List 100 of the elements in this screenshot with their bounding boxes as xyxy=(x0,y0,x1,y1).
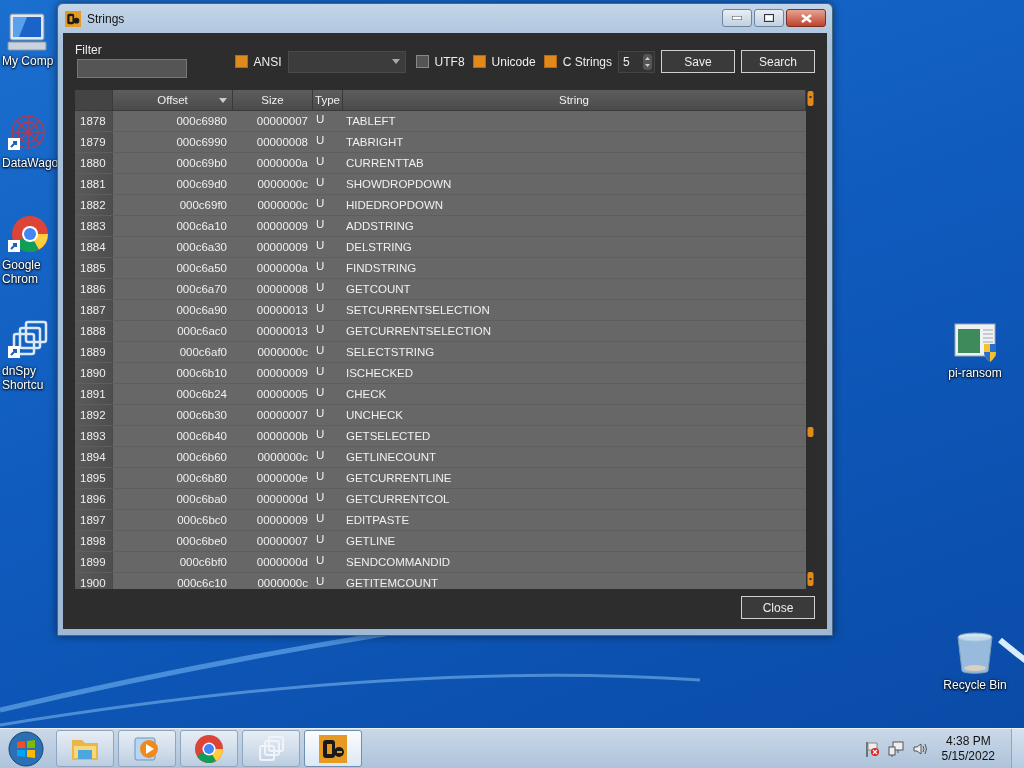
table-cell: U xyxy=(313,426,343,447)
desktop-icon-label[interactable]: pi-ransom xyxy=(948,366,1002,380)
checkbox[interactable] xyxy=(234,55,248,68)
table-cell: 000c69b0 xyxy=(113,153,233,174)
maximize-button[interactable] xyxy=(754,9,784,27)
table-cell: GETLINE xyxy=(343,531,806,552)
column-header[interactable]: Offset xyxy=(113,90,233,111)
table-cell: EDITPASTE xyxy=(343,510,806,531)
table-cell: SHOWDROPDOWN xyxy=(343,174,806,195)
speaker-icon[interactable] xyxy=(911,740,928,757)
table-cell: UNCHECK xyxy=(343,405,806,426)
table-cell: SENDCOMMANDID xyxy=(343,552,806,573)
table-cell: FINDSTRING xyxy=(343,258,806,279)
row-number: 1881 xyxy=(75,174,113,195)
table-cell: TABRIGHT xyxy=(343,132,806,153)
row-number: 1900 xyxy=(75,573,113,589)
table-cell: 0000000d xyxy=(233,489,313,510)
row-number: 1898 xyxy=(75,531,113,552)
toolbar-button[interactable]: Save xyxy=(661,50,735,73)
table-cell: 000c6a90 xyxy=(113,300,233,321)
row-number: 1897 xyxy=(75,510,113,531)
table-cell: 0000000e xyxy=(233,468,313,489)
number-field[interactable]: 5 xyxy=(618,50,655,73)
table-cell: 000c6990 xyxy=(113,132,233,153)
table-cell: U xyxy=(313,342,343,363)
table-cell: 00000005 xyxy=(233,384,313,405)
desktop-icon-label[interactable]: My Comp xyxy=(0,54,56,68)
table-cell: 000c6b30 xyxy=(113,405,233,426)
row-number: 1878 xyxy=(75,111,113,132)
media-player-icon xyxy=(133,734,161,763)
column-header[interactable]: Type xyxy=(313,90,343,111)
checkbox-label: C Strings xyxy=(562,54,612,69)
table-cell: 00000009 xyxy=(233,363,313,384)
checkbox[interactable] xyxy=(415,55,429,68)
row-number: 1886 xyxy=(75,279,113,300)
table-cell: CHECK xyxy=(343,384,806,405)
desktop-icon-label[interactable]: Recycle Bin xyxy=(943,678,1007,692)
table-cell: 000c6b60 xyxy=(113,447,233,468)
window-title: Strings xyxy=(87,11,125,26)
row-number: 1899 xyxy=(75,552,113,573)
table-cell: U xyxy=(313,279,343,300)
clock[interactable]: 4:38 PM 5/15/2022 xyxy=(941,733,995,764)
table-cell: DELSTRING xyxy=(343,237,806,258)
table-cell: 000c6be0 xyxy=(113,531,233,552)
table-cell: 000c6980 xyxy=(113,111,233,132)
table-cell: GETSELECTED xyxy=(343,426,806,447)
table-cell: 000c6af0 xyxy=(113,342,233,363)
row-number: 1883 xyxy=(75,216,113,237)
table-cell: 00000009 xyxy=(233,510,313,531)
table-cell: 000c6a10 xyxy=(113,216,233,237)
row-number: 1882 xyxy=(75,195,113,216)
spin-arrows-icon xyxy=(643,53,652,70)
table-cell: 0000000c xyxy=(233,573,313,589)
row-number: 1896 xyxy=(75,489,113,510)
toolbar-button[interactable]: Search xyxy=(741,50,815,73)
table-cell: U xyxy=(313,321,343,342)
table-cell: GETLINECOUNT xyxy=(343,447,806,468)
desktop-icon-label[interactable]: Google Chrom xyxy=(0,258,56,286)
row-number: 1887 xyxy=(75,300,113,321)
column-header[interactable]: String xyxy=(343,90,806,111)
scrollbar[interactable] xyxy=(806,90,815,589)
table-cell: GETITEMCOUNT xyxy=(343,573,806,589)
table-cell: U xyxy=(313,237,343,258)
table-cell: U xyxy=(313,384,343,405)
table-cell: GETCURRENTSELECTION xyxy=(343,321,806,342)
table-cell: U xyxy=(313,447,343,468)
table-cell: 0000000c xyxy=(233,195,313,216)
network-icon[interactable] xyxy=(887,740,904,757)
close-dialog-button[interactable]: Close xyxy=(741,596,815,619)
filter-field[interactable] xyxy=(77,59,187,78)
table-cell: 00000007 xyxy=(233,405,313,426)
start-button[interactable] xyxy=(6,729,46,768)
table-cell: U xyxy=(313,174,343,195)
table-cell: ADDSTRING xyxy=(343,216,806,237)
table-cell: 000c6ba0 xyxy=(113,489,233,510)
table-cell: U xyxy=(313,363,343,384)
table-cell: U xyxy=(313,258,343,279)
table-cell: 00000009 xyxy=(233,237,313,258)
table-cell: HIDEDROPDOWN xyxy=(343,195,806,216)
table-cell: U xyxy=(313,510,343,531)
checkbox-label: ANSI xyxy=(253,54,282,69)
table-cell: 000c6a50 xyxy=(113,258,233,279)
minimize-button[interactable] xyxy=(722,9,752,27)
table-cell: CURRENTTAB xyxy=(343,153,806,174)
taskbar-button[interactable] xyxy=(304,730,362,767)
checkbox[interactable] xyxy=(472,55,486,68)
table-cell: 000c69d0 xyxy=(113,174,233,195)
row-number: 1892 xyxy=(75,405,113,426)
desktop-icon-label[interactable]: DataWago xyxy=(0,156,56,170)
close-button[interactable] xyxy=(786,9,826,27)
installer-icon xyxy=(952,322,998,364)
table-cell: 0000000c xyxy=(233,447,313,468)
flag-icon[interactable] xyxy=(863,740,880,757)
desktop-icon-label[interactable]: dnSpy Shortcu xyxy=(0,364,56,392)
table-cell: U xyxy=(313,216,343,237)
checkbox[interactable] xyxy=(543,55,557,68)
table-cell: 0000000c xyxy=(233,342,313,363)
column-header[interactable]: Size xyxy=(233,90,313,111)
table-cell: ISCHECKED xyxy=(343,363,806,384)
table-cell: U xyxy=(313,153,343,174)
